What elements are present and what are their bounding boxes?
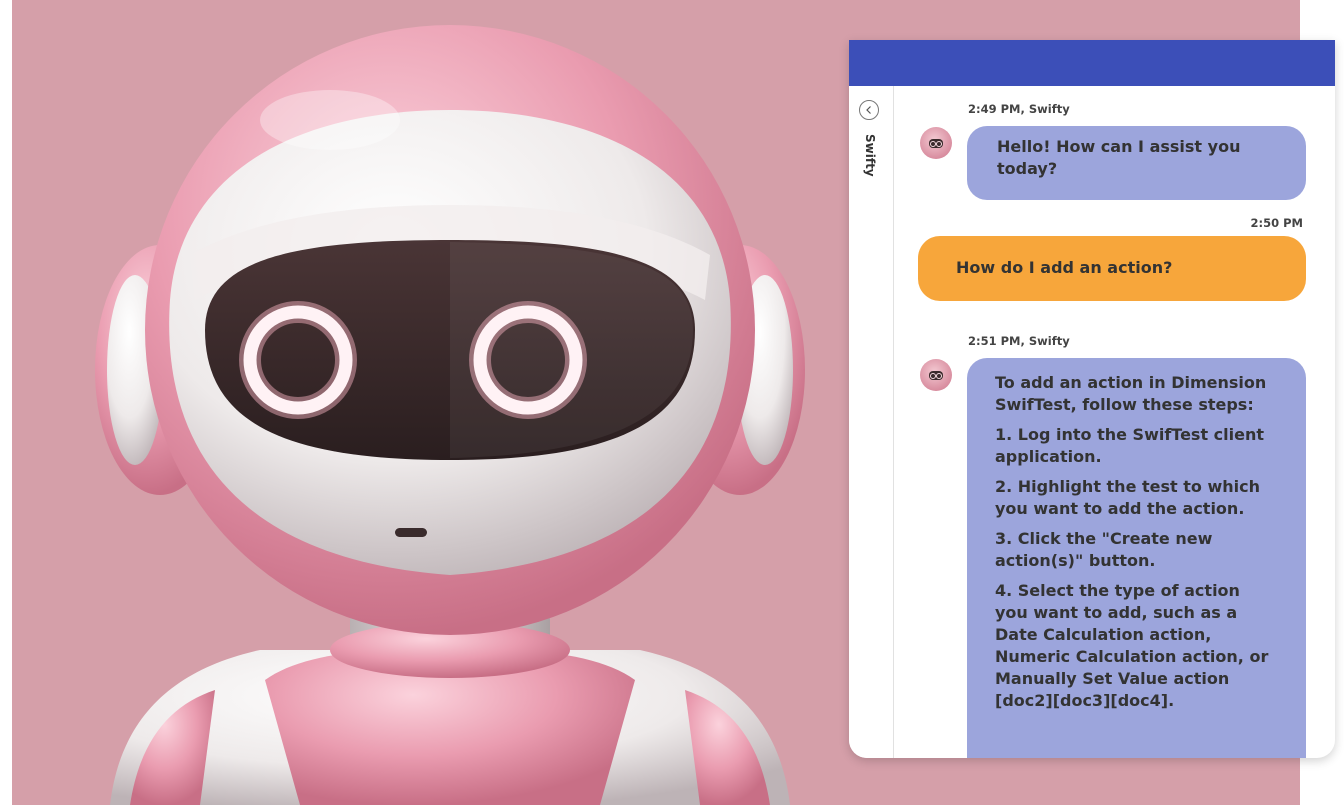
message-meta: 2:49 PM, Swifty (968, 102, 1070, 116)
message-text: 4. Select the type of action you want to… (995, 581, 1269, 710)
chat-side-rail: Swifty (849, 86, 894, 758)
message-text: How do I add an action? (956, 258, 1173, 277)
message-text: 3. Click the "Create new action(s)" butt… (995, 529, 1213, 570)
robot-avatar-icon (920, 127, 952, 159)
message-text: 2. Highlight the test to which you want … (995, 477, 1260, 518)
user-message-bubble: How do I add an action? (918, 236, 1306, 301)
bot-message-bubble: Hello! How can I assist you today? (967, 126, 1306, 200)
message-text: 1. Log into the SwifTest client applicat… (995, 425, 1265, 466)
chevron-left-icon (866, 106, 871, 114)
chat-panel: Swifty 2:49 PM, Swifty Hello! How can I … (849, 40, 1335, 758)
message-meta: 2:51 PM, Swifty (968, 334, 1070, 348)
chat-header-bar (849, 40, 1335, 86)
bot-message-bubble: To add an action in Dimension SwifTest, … (967, 358, 1306, 758)
message-text: To add an action in Dimension SwifTest, … (995, 373, 1267, 414)
message-list: 2:49 PM, Swifty Hello! How can I assist … (894, 86, 1335, 758)
robot-avatar-icon (920, 359, 952, 391)
collapse-chat-button[interactable] (859, 100, 879, 120)
message-text: Hello! How can I assist you today? (997, 137, 1241, 178)
message-meta: 2:50 PM (1250, 216, 1303, 230)
chat-panel-title: Swifty (863, 134, 877, 177)
